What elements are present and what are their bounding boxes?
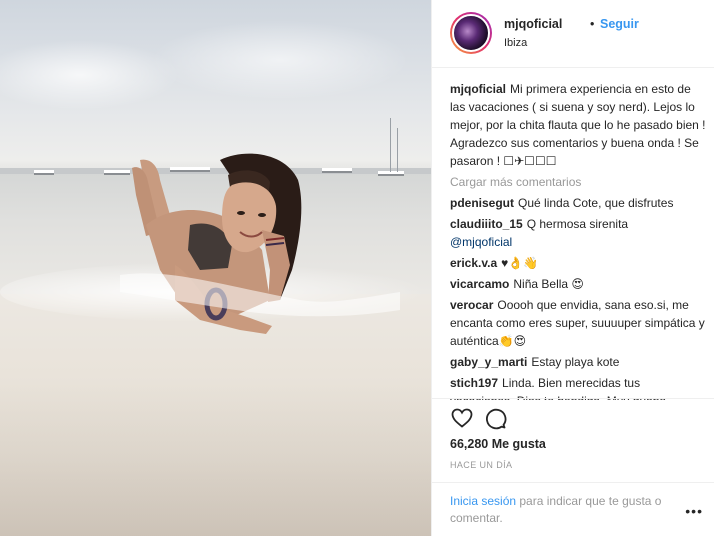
- comment-username[interactable]: pdenisegut: [450, 196, 514, 210]
- login-link[interactable]: Inicia sesión: [450, 494, 516, 508]
- comment-username[interactable]: verocar: [450, 298, 493, 312]
- comment-item: vicarcamo Niña Bella 😍: [450, 275, 706, 293]
- location-link[interactable]: Ibiza: [504, 37, 527, 49]
- header-separator: •: [590, 17, 595, 31]
- comment-icon[interactable]: [483, 406, 507, 430]
- post-photo[interactable]: [0, 0, 431, 536]
- instagram-post: mjqoficial • Seguir Ibiza mjqoficial Mi p…: [0, 0, 714, 536]
- likes-count[interactable]: 66,280 Me gusta: [450, 437, 546, 451]
- post-timestamp[interactable]: HACE UN DÍA: [450, 460, 512, 470]
- comment-mention[interactable]: @mjqoficial: [450, 235, 512, 249]
- comment-username[interactable]: stich197: [450, 376, 498, 390]
- comment-text: Q hermosa sirenita: [526, 217, 629, 231]
- comments-list[interactable]: mjqoficial Mi primera experiencia en esto…: [450, 80, 706, 400]
- comment-username[interactable]: erick.v.a: [450, 256, 497, 270]
- photo-person: [120, 153, 400, 334]
- comment-item: pdenisegut Qué linda Cote, que disfrutes: [450, 194, 706, 212]
- comment-text: Qué linda Cote, que disfrutes: [518, 196, 674, 210]
- follow-button[interactable]: Seguir: [600, 17, 639, 31]
- login-prompt: Inicia sesión para indicar que te gusta …: [432, 482, 714, 536]
- login-prompt-text: Inicia sesión para indicar que te gusta …: [450, 493, 682, 527]
- load-more-comments-button[interactable]: Cargar más comentarios: [450, 173, 706, 191]
- comment-username[interactable]: vicarcamo: [450, 277, 509, 291]
- comment-text: Estay playa kote: [531, 355, 620, 369]
- comment-item: verocar Ooooh que envidia, sana eso.si, m…: [450, 296, 706, 350]
- heart-icon[interactable]: [450, 406, 474, 430]
- post-actions: [432, 398, 714, 436]
- comment-item: erick.v.a ♥👌👋: [450, 254, 706, 272]
- comment-item: stich197Linda. Bien merecidas tus vacaci…: [450, 374, 706, 400]
- post-side-panel: mjqoficial • Seguir Ibiza mjqoficial Mi p…: [431, 0, 714, 536]
- comment-text: Niña Bella 😍: [513, 277, 584, 291]
- post-header: mjqoficial • Seguir Ibiza: [432, 0, 714, 68]
- caption: mjqoficial Mi primera experiencia en esto…: [450, 80, 706, 170]
- comment-item: claudiiito_15 Q hermosa sirenita @mjqofic…: [450, 215, 706, 251]
- avatar-image: [452, 14, 490, 52]
- avatar[interactable]: [450, 12, 492, 54]
- author-username[interactable]: mjqoficial: [504, 17, 562, 31]
- caption-username[interactable]: mjqoficial: [450, 82, 506, 96]
- comment-item: gaby_y_marti Estay playa kote: [450, 353, 706, 371]
- comment-username[interactable]: claudiiito_15: [450, 217, 523, 231]
- comment-text: ♥👌👋: [501, 256, 539, 270]
- more-options-icon[interactable]: •••: [685, 503, 703, 519]
- comment-username[interactable]: gaby_y_marti: [450, 355, 527, 369]
